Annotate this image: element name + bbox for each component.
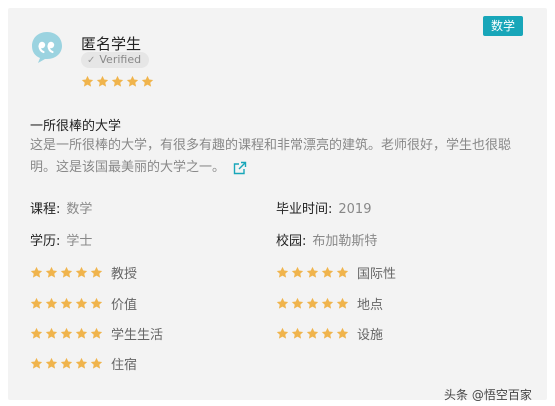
star-icon <box>45 297 58 310</box>
course-label: 课程: <box>30 202 61 217</box>
star-icon <box>141 75 154 88</box>
rating-label: 教授 <box>111 267 138 282</box>
star-icon <box>60 327 73 340</box>
review-text: 这是一所很棒的大学，有很多有趣的课程和非常漂亮的建筑。老师很好，学生也很聪明。这… <box>30 138 512 175</box>
review-title: 一所很棒的大学 <box>30 119 122 134</box>
overall-rating <box>81 75 154 88</box>
reviewer-name: 匿名学生 <box>81 35 142 53</box>
verified-label: Verified <box>99 53 142 66</box>
review-card: 数学 匿名学生 ✓ Verified 一所很棒的大学 这是一所很棒的大学，有很多有… <box>8 8 547 402</box>
star-icon <box>30 357 43 370</box>
star-icon <box>90 297 103 310</box>
star-icon <box>306 266 319 279</box>
rating-label: 国际性 <box>357 267 397 282</box>
rating-stars <box>276 266 349 279</box>
quote-bubble-icon <box>30 30 64 64</box>
course-value: 数学 <box>66 202 93 217</box>
rating-stars <box>30 327 103 340</box>
rating-row: 设施 <box>276 324 383 343</box>
star-icon <box>291 327 304 340</box>
campus-value: 布加勒斯特 <box>312 234 378 249</box>
graduation-value: 2019 <box>338 202 372 217</box>
star-icon <box>45 327 58 340</box>
star-icon <box>276 327 289 340</box>
rating-label: 学生生活 <box>111 328 164 343</box>
graduation-label: 毕业时间: <box>276 202 333 217</box>
campus-label: 校园: <box>276 234 307 249</box>
rating-row: 价值 <box>30 294 137 313</box>
rating-stars <box>30 297 103 310</box>
star-icon <box>90 357 103 370</box>
rating-row: 国际性 <box>276 263 396 282</box>
star-icon <box>60 266 73 279</box>
rating-label: 地点 <box>357 298 384 313</box>
verified-badge: ✓ Verified <box>81 52 150 68</box>
star-icon <box>96 75 109 88</box>
star-icon <box>336 297 349 310</box>
star-icon <box>90 327 103 340</box>
star-icon <box>321 297 334 310</box>
star-icon <box>336 266 349 279</box>
campus-detail: 校园: 布加勒斯特 <box>276 230 377 249</box>
star-icon <box>276 297 289 310</box>
rating-label: 住宿 <box>111 358 138 373</box>
star-icon <box>306 297 319 310</box>
rating-label: 价值 <box>111 298 138 313</box>
rating-row: 住宿 <box>30 354 137 373</box>
star-icon <box>291 297 304 310</box>
star-icon <box>90 266 103 279</box>
star-icon <box>75 266 88 279</box>
degree-value: 学士 <box>66 234 93 249</box>
star-icon <box>111 75 124 88</box>
star-icon <box>321 266 334 279</box>
degree-detail: 学历: 学士 <box>30 230 92 249</box>
star-icon <box>75 357 88 370</box>
star-icon <box>126 75 139 88</box>
graduation-detail: 毕业时间: 2019 <box>276 198 371 217</box>
rating-stars <box>276 297 349 310</box>
rating-row: 学生生活 <box>30 324 163 343</box>
rating-row: 教授 <box>30 263 137 282</box>
watermark: 头条 @悟空百家 <box>444 388 532 402</box>
star-icon <box>60 357 73 370</box>
star-icon <box>75 297 88 310</box>
rating-label: 设施 <box>357 328 384 343</box>
star-icon <box>306 327 319 340</box>
check-icon: ✓ <box>87 55 96 66</box>
star-icon <box>276 266 289 279</box>
star-icon <box>30 297 43 310</box>
review-body: 这是一所很棒的大学，有很多有趣的课程和非常漂亮的建筑。老师很好，学生也很聪明。这… <box>30 135 530 179</box>
rating-stars <box>30 266 103 279</box>
rating-stars <box>276 327 349 340</box>
star-icon <box>45 357 58 370</box>
subject-tag[interactable]: 数学 <box>482 16 523 36</box>
degree-label: 学历: <box>30 234 61 249</box>
star-icon <box>81 75 94 88</box>
star-icon <box>60 297 73 310</box>
star-icon <box>336 327 349 340</box>
rating-row: 地点 <box>276 294 383 313</box>
star-icon <box>291 266 304 279</box>
star-icon <box>45 266 58 279</box>
star-icon <box>75 327 88 340</box>
course-detail: 课程: 数学 <box>30 198 92 217</box>
star-icon <box>321 327 334 340</box>
rating-stars <box>30 357 103 370</box>
external-link-icon[interactable] <box>233 161 247 175</box>
star-icon <box>30 266 43 279</box>
star-icon <box>30 327 43 340</box>
